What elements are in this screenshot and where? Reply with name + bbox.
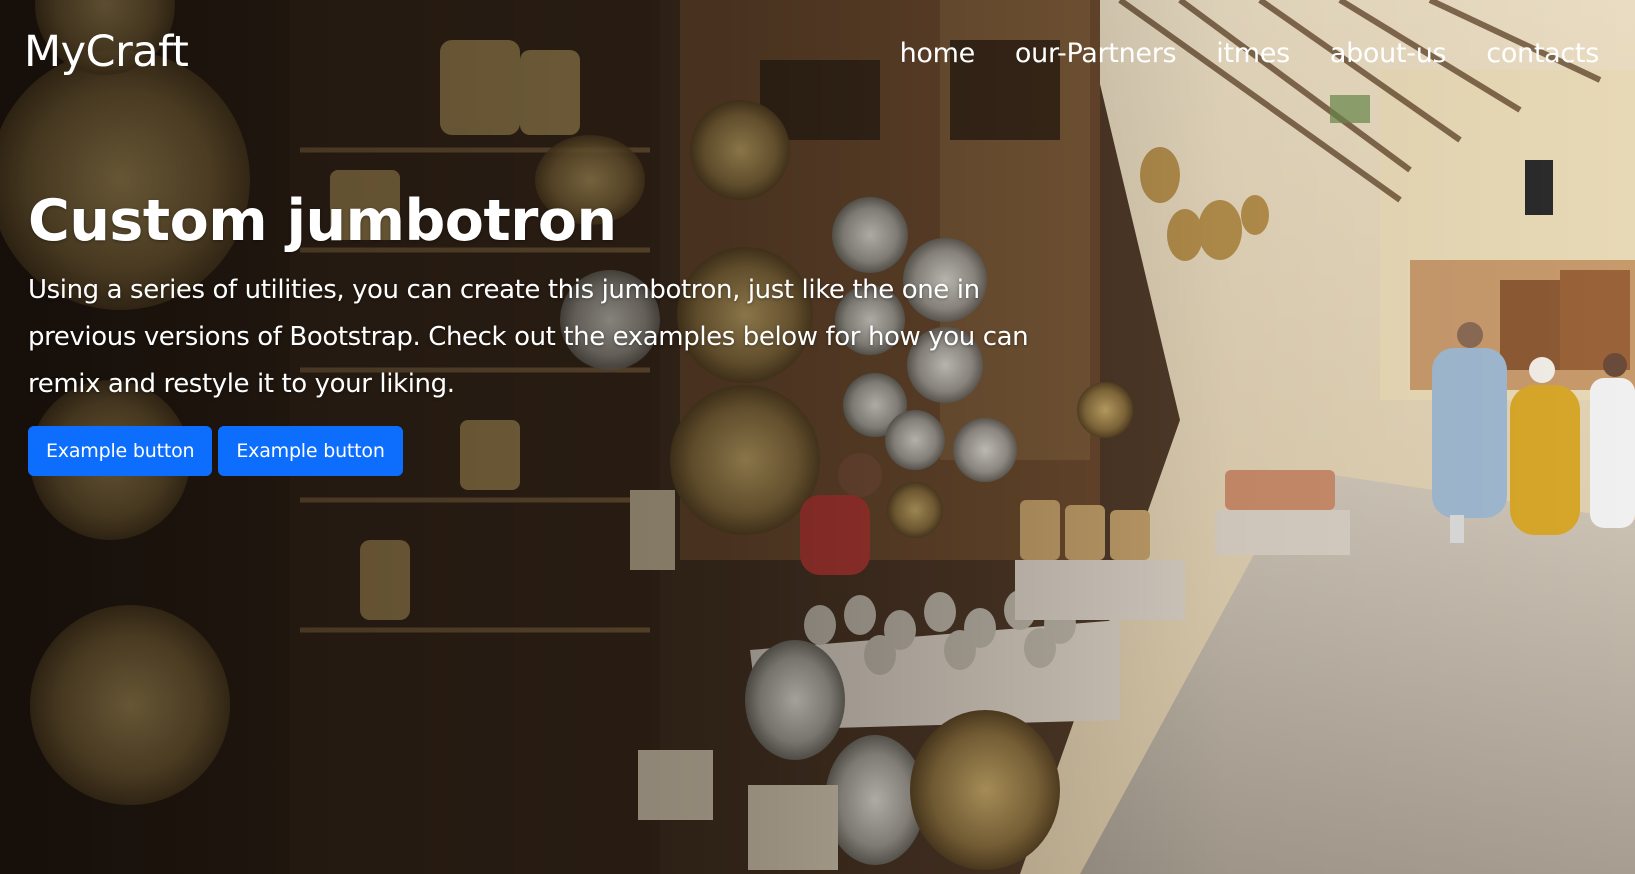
nav-links: home our-Partners itmes about-us contact… [880, 34, 1619, 74]
jumbotron-buttons: Example button Example button [28, 426, 1108, 476]
jumbotron-text: Using a series of utilities, you can cre… [28, 275, 1029, 399]
nav-link-about-us[interactable]: about-us [1310, 34, 1466, 74]
brand-logo[interactable]: MyCraft [24, 26, 189, 78]
nav-link-our-partners[interactable]: our-Partners [995, 34, 1196, 74]
nav-link-home[interactable]: home [880, 34, 995, 74]
nav-link-contacts[interactable]: contacts [1466, 34, 1619, 74]
jumbotron-title: Custom jumbotron [28, 188, 617, 254]
nav-link-items[interactable]: itmes [1196, 34, 1310, 74]
example-button-2[interactable]: Example button [218, 426, 403, 476]
example-button-1[interactable]: Example button [28, 426, 213, 476]
jumbotron: Custom jumbotron Using a series of utili… [28, 185, 1108, 476]
top-navbar: MyCraft home our-Partners itmes about-us… [0, 0, 1635, 110]
